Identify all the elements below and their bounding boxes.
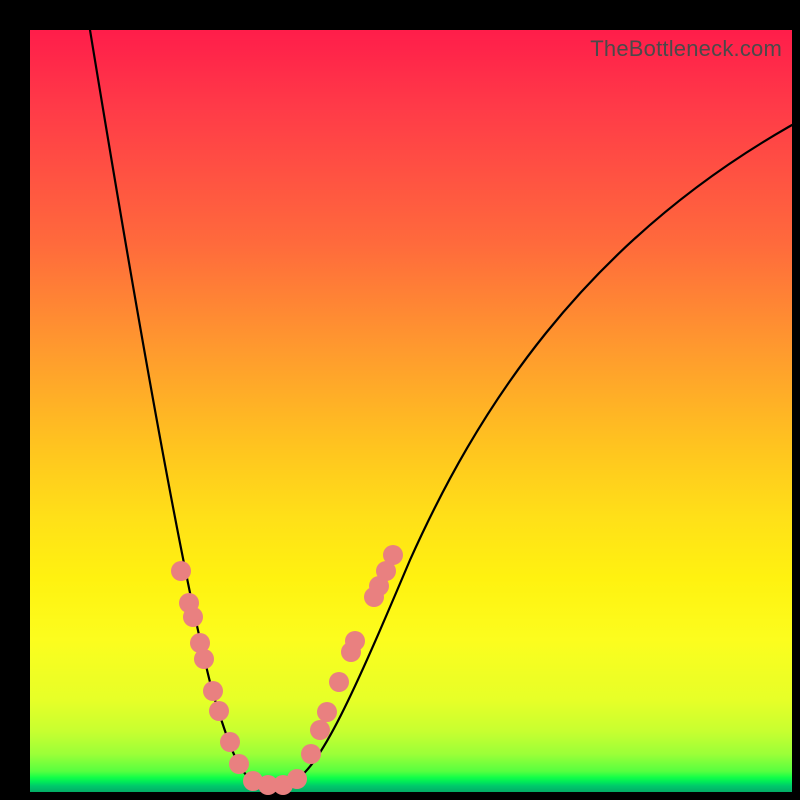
data-marker	[329, 672, 349, 692]
data-marker	[194, 649, 214, 669]
bottleneck-curve	[90, 30, 792, 785]
data-marker	[220, 732, 240, 752]
data-marker	[345, 631, 365, 651]
data-marker	[301, 744, 321, 764]
plot-area: TheBottleneck.com	[30, 30, 792, 792]
data-marker	[317, 702, 337, 722]
chart-overlay	[30, 30, 792, 792]
marker-layer	[171, 545, 403, 795]
data-marker	[203, 681, 223, 701]
data-marker	[287, 769, 307, 789]
data-marker	[183, 607, 203, 627]
outer-frame: TheBottleneck.com	[0, 0, 800, 800]
data-marker	[229, 754, 249, 774]
data-marker	[171, 561, 191, 581]
data-marker	[383, 545, 403, 565]
data-marker	[310, 720, 330, 740]
data-marker	[209, 701, 229, 721]
